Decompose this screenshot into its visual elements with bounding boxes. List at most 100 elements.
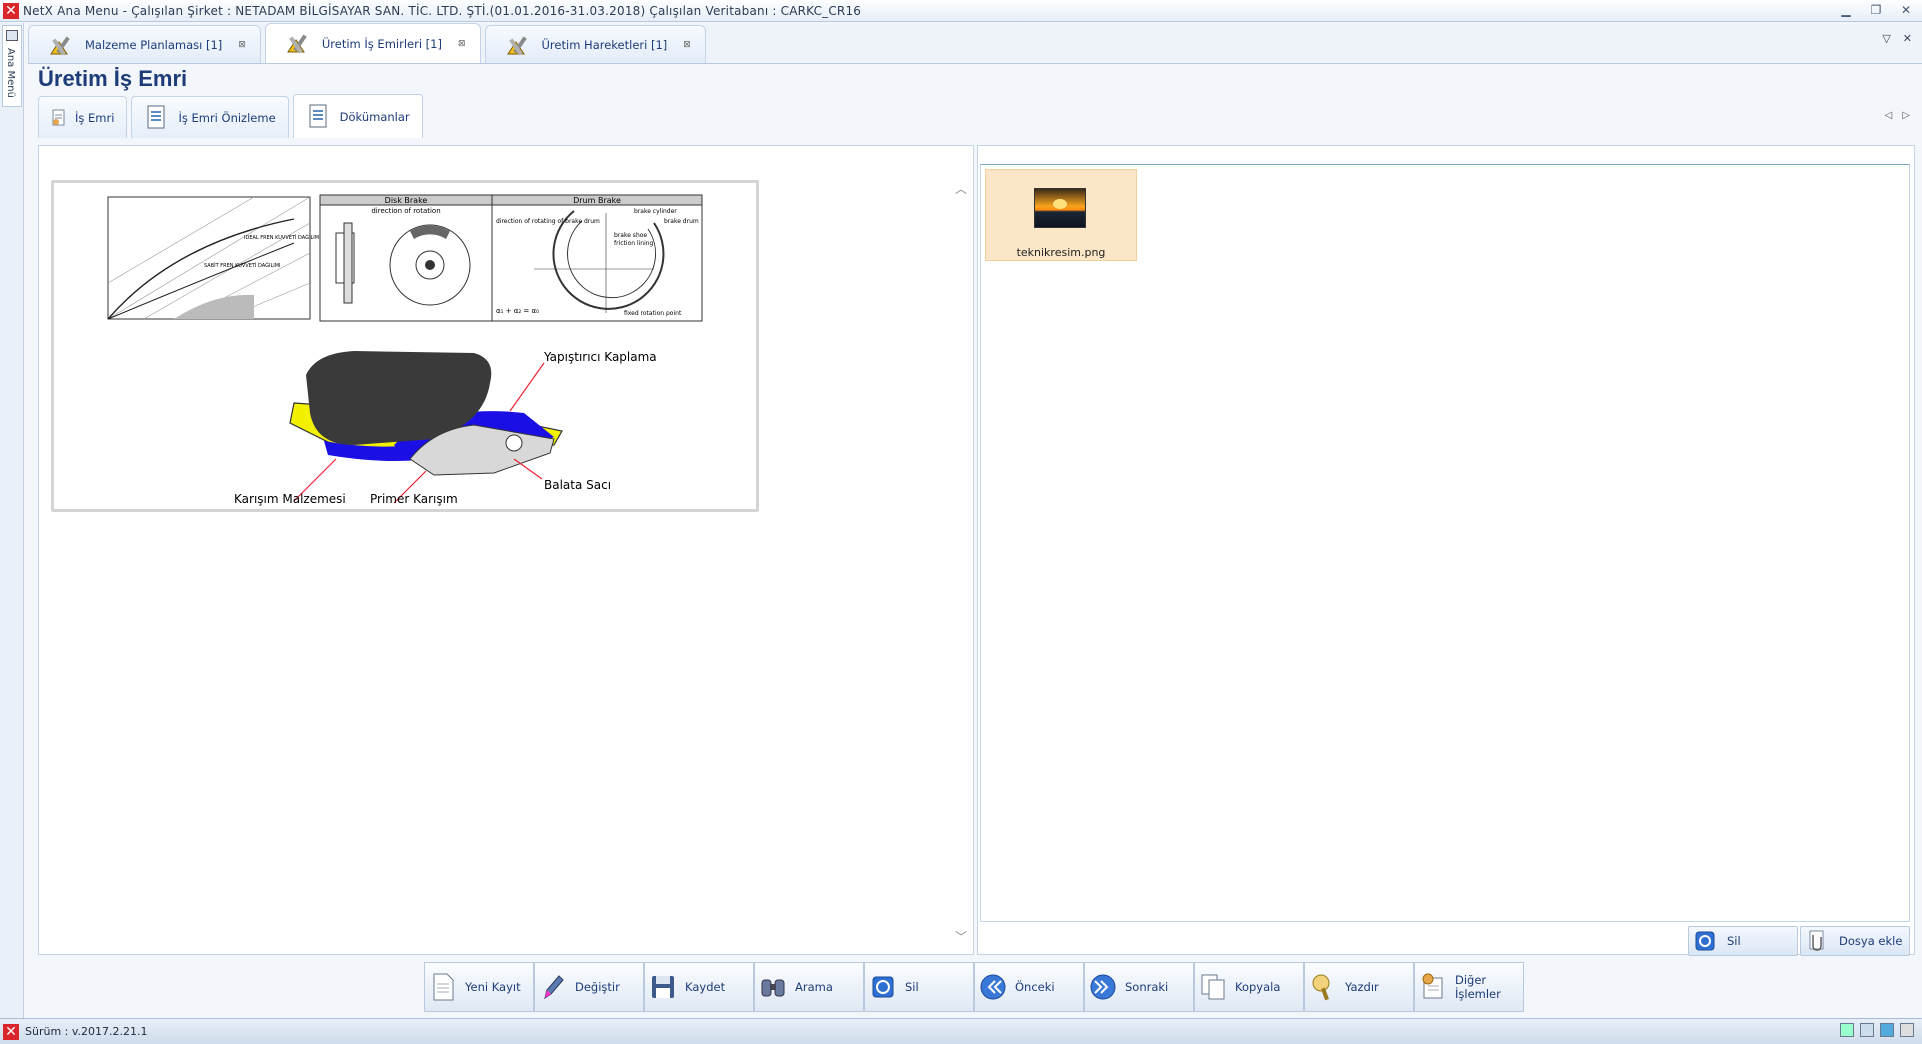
- next-button[interactable]: Sonraki: [1084, 962, 1194, 1012]
- alpha-equation-label: α₁ + α₂ = α₀: [496, 307, 539, 315]
- previous-arrow-icon: [980, 974, 1006, 1000]
- brake-force-graph: IDEAL FREN KUVVETİ DAĞILIMI SABİT FREN K…: [107, 196, 321, 320]
- restore-icon[interactable]: ❐: [1868, 2, 1884, 18]
- action-toolbar: Yeni Kayıt Değiştir Kaydet Arama Sil Önc…: [424, 962, 1524, 1012]
- settings-icon[interactable]: [1900, 1023, 1914, 1037]
- title-bar: ✕ NetX Ana Menu - Çalışılan Şirket : NET…: [0, 0, 1922, 22]
- scroll-right-icon[interactable]: ▷: [1902, 110, 1910, 121]
- file-item[interactable]: teknikresim.png: [985, 169, 1137, 261]
- netx-app-icon[interactable]: ✕: [3, 2, 19, 19]
- add-file-button[interactable]: Dosya ekle: [1800, 926, 1910, 956]
- ana-menu-tab[interactable]: Ana Menü: [2, 25, 22, 107]
- brake-drum-label: brake drum: [664, 218, 699, 225]
- status-bar: ✕ Sürüm : v.2017.2.21.1: [0, 1018, 1922, 1044]
- delete-icon: [1695, 931, 1715, 951]
- toolbar-label: Önceki: [1015, 980, 1055, 994]
- scroll-up-icon[interactable]: ︿: [955, 180, 967, 197]
- attach-file-icon: [1809, 930, 1824, 951]
- new-record-button[interactable]: Yeni Kayıt: [424, 962, 534, 1012]
- toolbar-label: Kaydet: [685, 980, 726, 994]
- file-delete-button[interactable]: Sil: [1688, 926, 1798, 956]
- brake-cylinder-label: brake cylinder: [634, 208, 677, 215]
- tab-is-emri-onizleme[interactable]: İş Emri Önizleme: [131, 96, 289, 138]
- edit-pencil-icon: [544, 975, 564, 1000]
- tools-icon: [50, 36, 70, 56]
- tab-label: Malzeme Planlaması [1]: [85, 37, 223, 52]
- tab-is-emri[interactable]: İş Emri: [38, 96, 128, 138]
- add-file-label: Dosya ekle: [1839, 934, 1903, 948]
- binoculars-icon: [761, 979, 785, 997]
- tab-malzeme-planlamasi[interactable]: Malzeme Planlaması [1] ⊠: [28, 25, 261, 63]
- toolbar-label: Sonraki: [1125, 980, 1169, 994]
- refresh-icon[interactable]: [1840, 1023, 1854, 1037]
- minimize-icon[interactable]: ▁: [1838, 2, 1854, 18]
- version-text: Sürüm : v.2017.2.21.1: [25, 1025, 148, 1038]
- copy-button[interactable]: Kopyala: [1194, 962, 1304, 1012]
- left-rail: Ana Menü: [0, 23, 24, 1023]
- delete-icon: [872, 976, 894, 998]
- toolbar-label: Diğer İşlemler: [1455, 973, 1501, 1001]
- tab-uretim-is-emirleri[interactable]: Üretim İş Emirleri [1] ⊠: [264, 23, 481, 63]
- previous-button[interactable]: Önceki: [974, 962, 1084, 1012]
- scroll-left-icon[interactable]: ◁: [1885, 110, 1893, 121]
- sub-tab-label: İş Emri Önizleme: [178, 110, 276, 125]
- brake-shoe-label: brake shoe: [614, 232, 647, 239]
- chart-label-ideal: IDEAL FREN KUVVETİ DAĞILIMI: [244, 234, 321, 241]
- ana-menu-label: Ana Menü: [5, 48, 16, 98]
- tab-close-icon[interactable]: ⊠: [238, 40, 246, 50]
- network-icon[interactable]: [1880, 1023, 1894, 1037]
- tools-icon: [506, 36, 527, 56]
- status-icons: [1840, 1023, 1914, 1037]
- print-button[interactable]: Yazdır: [1304, 962, 1414, 1012]
- mix-label: Karışım Malzemesi: [234, 492, 346, 506]
- sub-tab-nav: ◁ ▷: [1885, 110, 1910, 121]
- drum-brake-title: Drum Brake: [573, 196, 621, 205]
- drum-brake-diagram: Drum Brake brake cylinder brake drum bra…: [491, 194, 703, 322]
- direction-label: direction of rotation: [371, 207, 440, 215]
- toolbar-label: Değiştir: [575, 980, 620, 994]
- menu-window-icon: [6, 30, 18, 41]
- tab-controls: ▽ ✕: [1882, 32, 1912, 45]
- tab-label: Üretim Hareketleri [1]: [541, 37, 668, 52]
- preview-document-icon: [147, 105, 165, 128]
- tab-list-chevron-icon[interactable]: ▽: [1882, 32, 1890, 45]
- drum-direction-label: direction of rotating of brake drum: [496, 218, 600, 225]
- save-button[interactable]: Kaydet: [644, 962, 754, 1012]
- image-file-icon: [1034, 188, 1086, 228]
- document-preview-panel: IDEAL FREN KUVVETİ DAĞILIMI SABİT FREN K…: [38, 145, 974, 955]
- close-icon[interactable]: ✕: [1898, 2, 1914, 18]
- chart-label-sabit: SABİT FREN KUVVETİ DAĞILIMI: [204, 262, 281, 269]
- sub-tab-label: Dökümanlar: [339, 109, 410, 124]
- disk-brake-diagram: Disk Brake direction of rotation: [319, 194, 493, 322]
- file-list[interactable]: teknikresim.png: [980, 164, 1910, 922]
- toolbar-label: Yeni Kayıt: [465, 980, 521, 994]
- file-name: teknikresim.png: [1016, 246, 1106, 259]
- search-button[interactable]: Arama: [754, 962, 864, 1012]
- printer-icon: [1312, 974, 1330, 1001]
- tab-close-icon[interactable]: ⊠: [458, 39, 466, 49]
- tab-dokumanlar[interactable]: Dökümanlar: [292, 94, 423, 138]
- tab-close-icon[interactable]: ⊠: [683, 40, 691, 50]
- document-tabs: Malzeme Planlaması [1] ⊠ Üretim İş Emirl…: [28, 23, 1922, 64]
- window-title: NetX Ana Menu - Çalışılan Şirket : NETAD…: [23, 3, 862, 18]
- file-delete-label: Sil: [1727, 934, 1741, 948]
- sub-tabs: İş Emri İş Emri Önizleme Dökümanlar: [38, 94, 1922, 138]
- documents-icon: [309, 104, 327, 127]
- edit-button[interactable]: Değiştir: [534, 962, 644, 1012]
- toolbar-label: Yazdır: [1345, 980, 1379, 994]
- toolbar-label: Arama: [795, 980, 833, 994]
- delete-button[interactable]: Sil: [864, 962, 974, 1012]
- toolbar-label: Sil: [905, 980, 919, 994]
- floppy-disk-icon: [652, 976, 674, 998]
- plate-label: Balata Sacı: [544, 478, 611, 492]
- other-operations-button[interactable]: Diğer İşlemler: [1414, 962, 1524, 1012]
- new-record-icon: [433, 973, 454, 1001]
- scroll-down-icon[interactable]: ﹀: [955, 928, 967, 945]
- next-arrow-icon: [1090, 974, 1116, 1000]
- tab-uretim-hareketleri[interactable]: Üretim Hareketleri [1] ⊠: [484, 25, 706, 63]
- tab-close-all-icon[interactable]: ✕: [1903, 32, 1912, 45]
- attachment-icon[interactable]: [1860, 1023, 1874, 1037]
- fixed-point-label: fixed rotation point: [624, 310, 682, 317]
- toolbar-label: Kopyala: [1235, 980, 1281, 994]
- brake-pad-illustration: Yapıştırıcı Kaplama Balata Sacı Primer K…: [234, 350, 657, 506]
